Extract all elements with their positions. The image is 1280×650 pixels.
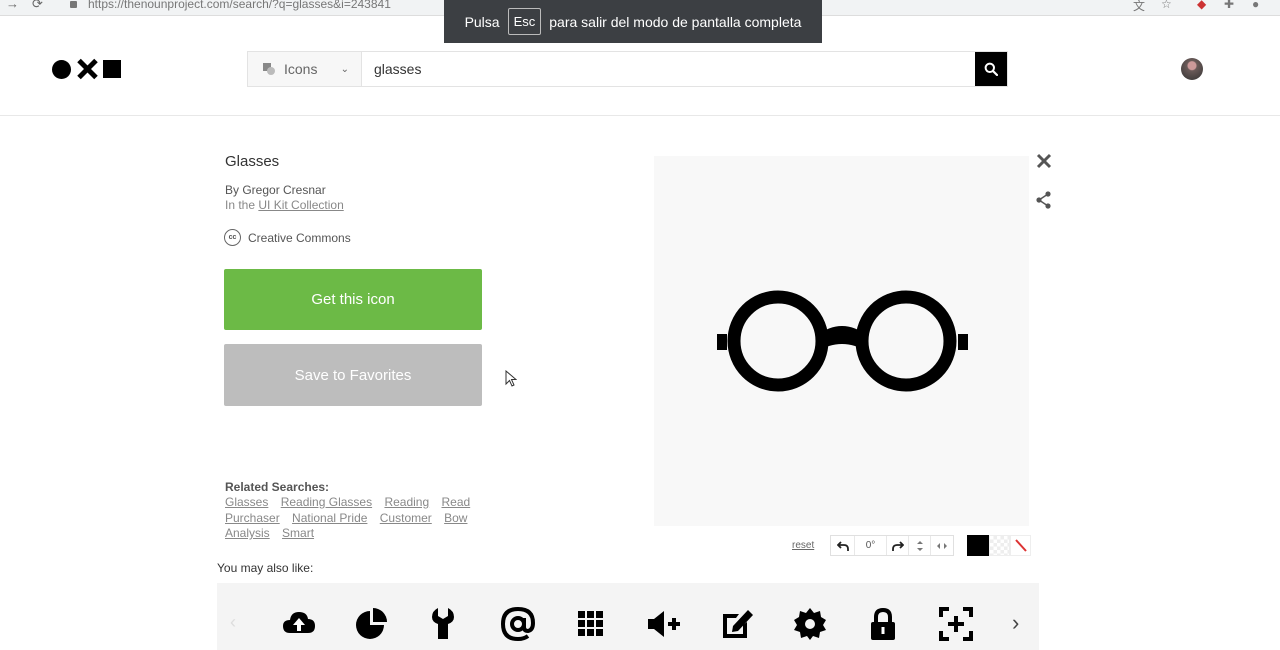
collection-link[interactable]: UI Kit Collection bbox=[258, 198, 343, 212]
related-term[interactable]: Read bbox=[441, 495, 470, 509]
reload-icon[interactable]: ⟳ bbox=[32, 0, 43, 12]
rotation-value[interactable]: 0° bbox=[855, 536, 887, 555]
color-transparent-swatch[interactable] bbox=[989, 535, 1010, 556]
get-icon-button[interactable]: Get this icon bbox=[224, 269, 482, 330]
collection-prefix: In the bbox=[225, 198, 256, 212]
star-icon[interactable]: ☆ bbox=[1161, 0, 1172, 11]
also-like-carousel bbox=[217, 583, 1039, 650]
logo-cross bbox=[77, 59, 97, 79]
search-icon bbox=[984, 62, 998, 76]
creative-commons-icon: cc bbox=[224, 229, 241, 246]
related-term[interactable]: Smart bbox=[282, 526, 314, 540]
search-type-label: Icons bbox=[284, 61, 318, 77]
icons-type-icon bbox=[263, 63, 275, 75]
rotate-right-icon[interactable] bbox=[887, 536, 909, 555]
rotate-left-icon[interactable] bbox=[831, 536, 855, 555]
focus-add-icon[interactable] bbox=[938, 606, 974, 642]
user-avatar[interactable] bbox=[1181, 58, 1203, 80]
icon-title: Glasses bbox=[225, 153, 280, 170]
icon-preview bbox=[654, 156, 1029, 526]
transform-controls: 0° bbox=[830, 535, 954, 556]
icon-collection: In the UI Kit Collection bbox=[225, 198, 344, 212]
extension-puzzle-icon[interactable]: ✚ bbox=[1224, 0, 1234, 11]
mouse-cursor-icon bbox=[505, 370, 517, 387]
at-sign-icon[interactable] bbox=[500, 606, 536, 642]
chevron-right-icon[interactable]: › bbox=[1012, 610, 1019, 636]
search-input[interactable] bbox=[362, 52, 975, 86]
translate-icon[interactable]: 文 bbox=[1133, 0, 1145, 14]
gear-icon[interactable] bbox=[792, 606, 828, 642]
noun-project-logo[interactable] bbox=[52, 59, 121, 79]
related-term[interactable]: Bow bbox=[444, 511, 467, 525]
logo-circle bbox=[52, 59, 71, 79]
wrench-icon[interactable] bbox=[427, 606, 463, 642]
related-term[interactable]: National Pride bbox=[292, 511, 367, 525]
cloud-upload-icon[interactable] bbox=[281, 606, 317, 642]
flip-horizontal-icon[interactable] bbox=[931, 536, 953, 555]
license-info[interactable]: cc Creative Commons bbox=[224, 229, 351, 246]
logo-square bbox=[103, 60, 121, 78]
search-type-select[interactable]: Icons ⌄ bbox=[248, 52, 362, 86]
reset-link[interactable]: reset bbox=[792, 540, 814, 551]
glasses-icon bbox=[717, 290, 968, 392]
related-term[interactable]: Purchaser bbox=[225, 511, 280, 525]
lock-icon[interactable] bbox=[865, 606, 901, 642]
edit-icon[interactable] bbox=[719, 606, 755, 642]
chevron-left-icon[interactable]: ‹ bbox=[230, 612, 236, 633]
search-bar: Icons ⌄ bbox=[247, 51, 1008, 87]
related-term[interactable]: Reading Glasses bbox=[281, 495, 372, 509]
address-bar[interactable]: https://thenounproject.com/search/?q=gla… bbox=[88, 0, 391, 11]
related-term[interactable]: Analysis bbox=[225, 526, 270, 540]
license-label: Creative Commons bbox=[248, 230, 351, 245]
profile-icon[interactable]: ● bbox=[1252, 0, 1259, 11]
search-button[interactable] bbox=[975, 52, 1007, 86]
related-term[interactable]: Customer bbox=[380, 511, 432, 525]
you-may-also-like-label: You may also like: bbox=[217, 561, 314, 575]
color-black-swatch[interactable] bbox=[967, 535, 989, 556]
pie-chart-icon[interactable] bbox=[354, 606, 390, 642]
related-term[interactable]: Reading bbox=[384, 495, 429, 509]
share-icon[interactable] bbox=[1036, 191, 1052, 209]
related-searches-list: Glasses Reading Glasses Reading Read Pur… bbox=[225, 495, 485, 542]
icon-author: By Gregor Cresnar bbox=[225, 183, 326, 197]
chevron-down-icon: ⌄ bbox=[340, 63, 349, 75]
flip-vertical-icon[interactable] bbox=[909, 536, 931, 555]
grid-icon[interactable] bbox=[573, 606, 609, 642]
volume-up-icon[interactable] bbox=[646, 606, 682, 642]
back-icon[interactable]: → bbox=[6, 0, 19, 11]
related-searches-label: Related Searches: bbox=[225, 480, 330, 494]
close-icon[interactable] bbox=[1035, 152, 1053, 170]
custom-color-swatch[interactable] bbox=[1010, 535, 1031, 556]
save-to-favorites-button[interactable]: Save to Favorites bbox=[224, 344, 482, 406]
related-term[interactable]: Glasses bbox=[225, 495, 268, 509]
shield-extension-icon[interactable]: ◆ bbox=[1197, 0, 1206, 11]
lock-icon bbox=[70, 1, 77, 8]
